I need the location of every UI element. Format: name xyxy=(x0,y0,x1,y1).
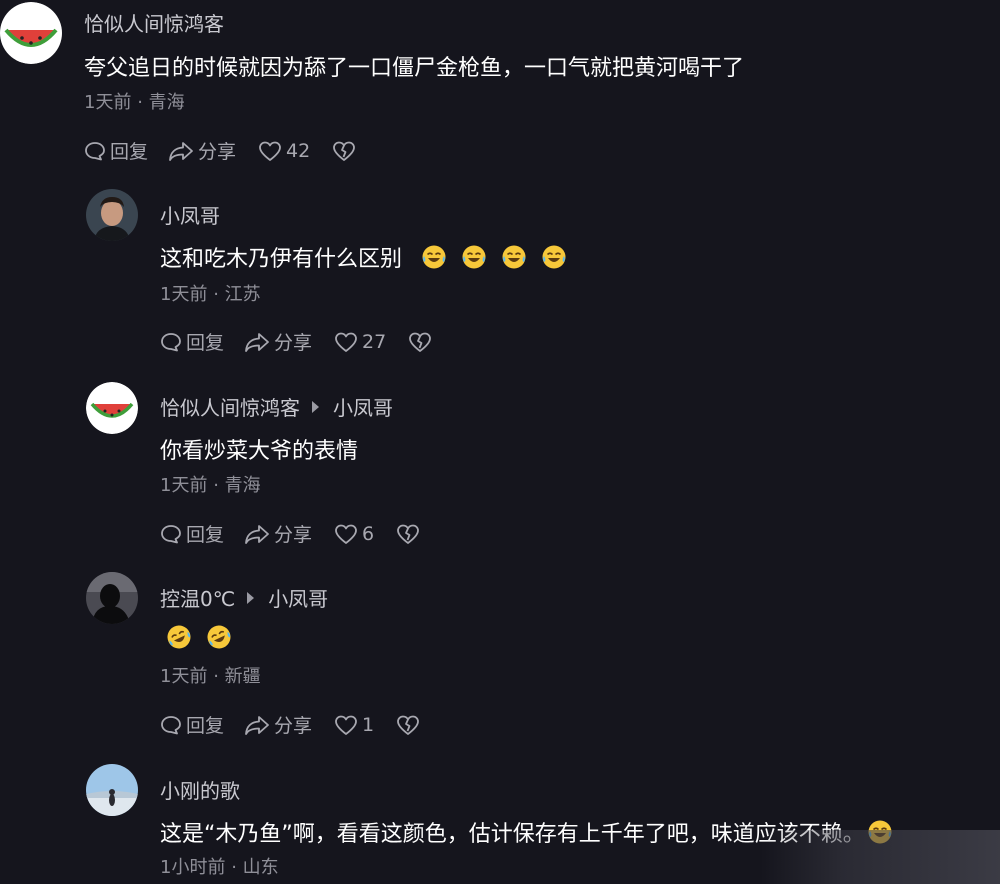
reply-button[interactable]: 回复 xyxy=(160,328,224,355)
comment-location: 新疆 xyxy=(224,666,261,687)
share-label: 分享 xyxy=(198,141,237,163)
like-button[interactable]: 27 xyxy=(334,331,386,353)
like-count: 27 xyxy=(362,330,387,353)
comment-time: 1天前 xyxy=(160,475,208,496)
comment-text xyxy=(166,624,246,652)
comment-location: 江苏 xyxy=(224,284,261,305)
user-avatar[interactable] xyxy=(86,189,138,241)
username[interactable]: 恰似人间惊鸿客 xyxy=(84,8,224,37)
username-text[interactable]: 恰似人间惊鸿客 xyxy=(160,392,300,421)
reply-label: 回复 xyxy=(110,141,149,163)
comment-text: 这和吃木乃伊有什么区别 xyxy=(160,241,581,273)
comment-text-body: 这和吃木乃伊有什么区别 xyxy=(160,247,403,272)
comment-meta: 1天前 · 青海 xyxy=(160,471,261,497)
like-count: 1 xyxy=(362,713,375,736)
username[interactable]: 控温0℃ 小凤哥 xyxy=(160,583,328,612)
tears-of-joy-emoji xyxy=(461,244,487,270)
reply-icon xyxy=(161,524,181,543)
user-avatar[interactable] xyxy=(86,572,138,624)
share-label: 分享 xyxy=(274,332,313,354)
comment-location: 青海 xyxy=(224,475,261,496)
reply-to-arrow-icon xyxy=(312,400,319,413)
reply-button[interactable]: 回复 xyxy=(84,137,148,164)
user-avatar[interactable] xyxy=(86,382,138,434)
share-icon xyxy=(245,524,269,544)
comment-time: 1天前 xyxy=(84,92,132,113)
meta-separator: · xyxy=(213,475,225,496)
username-text[interactable]: 恰似人间惊鸿客 xyxy=(84,8,224,37)
comment-actions: 回复 分享 42 xyxy=(84,137,360,164)
reply-to-arrow-icon xyxy=(247,591,255,604)
heart-icon xyxy=(335,332,357,352)
broken-heart-icon xyxy=(409,332,432,352)
tears-of-joy-emoji xyxy=(541,244,567,270)
like-button[interactable]: 1 xyxy=(334,714,374,736)
meta-separator: · xyxy=(213,284,225,305)
user-avatar[interactable] xyxy=(86,764,138,816)
reply-label: 回复 xyxy=(186,715,225,737)
share-button[interactable]: 分享 xyxy=(244,328,312,355)
broken-heart-icon xyxy=(397,524,420,544)
reply-icon xyxy=(161,715,181,734)
share-label: 分享 xyxy=(274,524,313,546)
like-count: 6 xyxy=(362,522,375,545)
dislike-button[interactable] xyxy=(396,714,424,736)
share-button[interactable]: 分享 xyxy=(244,520,312,547)
share-icon xyxy=(245,332,269,352)
username[interactable]: 小凤哥 xyxy=(160,200,220,229)
share-button[interactable]: 分享 xyxy=(244,711,312,738)
rolling-laughing-emoji xyxy=(166,624,192,650)
broken-heart-icon xyxy=(397,715,420,735)
reply-icon xyxy=(85,141,105,160)
reply-button[interactable]: 回复 xyxy=(160,711,224,738)
share-icon xyxy=(169,141,193,161)
comment-location: 山东 xyxy=(242,857,279,878)
comment-time: 1小时前 xyxy=(160,857,226,878)
like-button[interactable]: 6 xyxy=(334,523,374,545)
rolling-laughing-emoji xyxy=(206,624,232,650)
reply-to-username[interactable]: 小凤哥 xyxy=(268,583,328,612)
watermark-blur xyxy=(760,830,1000,884)
reply-label: 回复 xyxy=(186,524,225,546)
reply-to-username[interactable]: 小凤哥 xyxy=(333,392,393,421)
heart-icon xyxy=(259,141,281,161)
comment-actions: 回复 分享 1 xyxy=(160,711,424,738)
comment-meta: 1天前 · 青海 xyxy=(84,88,185,114)
comment-location: 青海 xyxy=(148,92,185,113)
username-text[interactable]: 控温0℃ xyxy=(160,583,235,612)
dislike-button[interactable] xyxy=(396,523,424,545)
broken-heart-icon xyxy=(333,141,356,161)
meta-separator: · xyxy=(137,92,149,113)
dislike-button[interactable] xyxy=(332,140,360,162)
share-button[interactable]: 分享 xyxy=(168,137,236,164)
dislike-button[interactable] xyxy=(408,331,436,353)
username-text[interactable]: 小凤哥 xyxy=(160,200,220,229)
username-text[interactable]: 小刚的歌 xyxy=(160,775,240,804)
username[interactable]: 恰似人间惊鸿客 小凤哥 xyxy=(160,392,393,421)
reply-icon xyxy=(161,332,181,351)
meta-separator: · xyxy=(213,666,225,687)
comment-actions: 回复 分享 27 xyxy=(160,328,436,355)
user-avatar[interactable] xyxy=(0,2,64,64)
heart-icon xyxy=(335,715,357,735)
reply-button[interactable]: 回复 xyxy=(160,520,224,547)
tears-of-joy-emoji xyxy=(501,244,527,270)
tears-of-joy-emoji xyxy=(421,244,447,270)
comment-time: 1天前 xyxy=(160,666,208,687)
like-button[interactable]: 42 xyxy=(258,140,310,162)
share-icon xyxy=(245,715,269,735)
meta-separator: · xyxy=(231,857,243,878)
comment-text: 你看炒菜大爷的表情 xyxy=(160,439,359,464)
heart-icon xyxy=(335,524,357,544)
share-label: 分享 xyxy=(274,715,313,737)
comment-text: 夸父追日的时候就因为舔了一口僵尸金枪鱼，一口气就把黄河喝干了 xyxy=(84,56,745,81)
comment-meta: 1天前 · 江苏 xyxy=(160,280,261,306)
comment-meta: 1天前 · 新疆 xyxy=(160,662,261,688)
username[interactable]: 小刚的歌 xyxy=(160,775,240,804)
comment-actions: 回复 分享 6 xyxy=(160,520,424,547)
like-count: 42 xyxy=(286,139,311,162)
reply-label: 回复 xyxy=(186,332,225,354)
comment-time: 1天前 xyxy=(160,284,208,305)
comment-meta: 1小时前 · 山东 xyxy=(160,853,279,879)
